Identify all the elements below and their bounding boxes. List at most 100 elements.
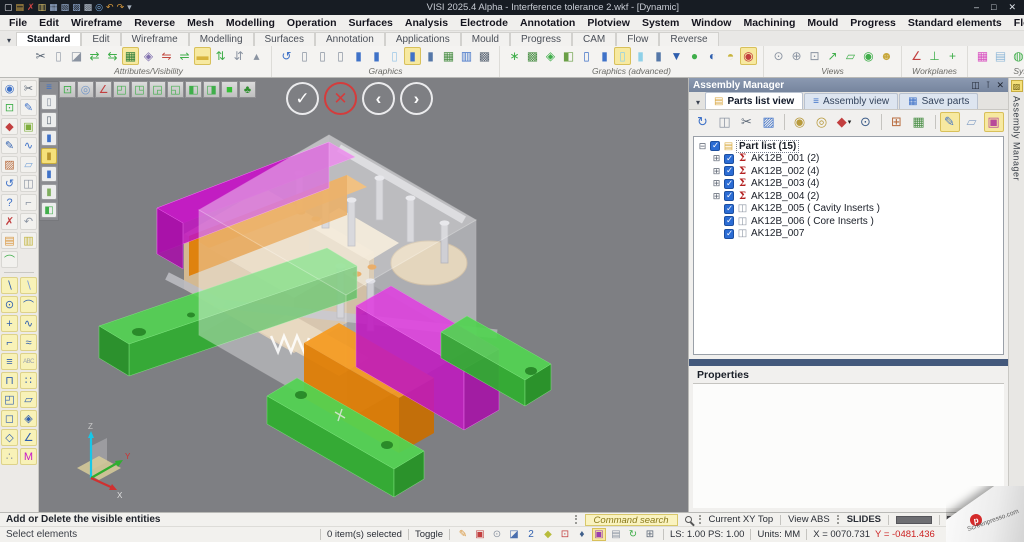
- pan-icon[interactable]: ↗: [824, 47, 841, 65]
- workplane-new-icon[interactable]: +: [944, 47, 961, 65]
- attributes-icon[interactable]: ◈: [140, 47, 157, 65]
- checkbox-checked-icon[interactable]: [724, 166, 734, 176]
- minimize-button[interactable]: –: [974, 2, 979, 13]
- box-icon[interactable]: ◇: [1, 429, 18, 446]
- close-file-icon[interactable]: ✗: [27, 3, 35, 12]
- save-icon[interactable]: ▦: [49, 3, 58, 12]
- cylinder-glass-icon[interactable]: ▮: [632, 47, 649, 65]
- draft-icon[interactable]: ▼: [668, 47, 685, 65]
- zebra-icon[interactable]: ◧: [560, 47, 577, 65]
- facet-icon[interactable]: ◈: [542, 47, 559, 65]
- mesh-icon[interactable]: ▩: [524, 47, 541, 65]
- menu-item[interactable]: Mould: [802, 17, 843, 29]
- background-icon[interactable]: ▩: [476, 47, 493, 65]
- analysis-shield-icon[interactable]: ◉: [740, 47, 757, 65]
- tabs-dropdown-icon[interactable]: ▾: [691, 98, 705, 109]
- swap-visibility-icon[interactable]: ⇄: [86, 47, 103, 65]
- arc-tool-icon[interactable]: ⌒: [1, 251, 18, 268]
- view-shaded-icon[interactable]: ■: [221, 81, 238, 98]
- erase-icon[interactable]: ✂: [32, 47, 49, 65]
- wave-icon[interactable]: ≈: [20, 334, 37, 351]
- point-cloud-icon[interactable]: ∷: [20, 372, 37, 389]
- validate-icon[interactable]: ▣: [20, 118, 37, 135]
- workplane-icon[interactable]: ∠: [908, 47, 925, 65]
- section-icon[interactable]: ▮: [422, 47, 439, 65]
- ribbon-tab[interactable]: Reverse: [659, 32, 718, 46]
- zoom-all-icon[interactable]: ⊕: [788, 47, 805, 65]
- checkbox-checked-icon[interactable]: [724, 229, 734, 239]
- move-updown-icon[interactable]: ⇅: [212, 47, 229, 65]
- tree-item[interactable]: ⊟ ▤ Part list (15): [696, 140, 1001, 153]
- traffic-light-icon[interactable]: ▦: [122, 47, 139, 65]
- measure-icon[interactable]: ◆: [1, 118, 18, 135]
- tree-item[interactable]: ⊞ Σ AK12B_002 (4): [696, 165, 1001, 178]
- diamond-icon[interactable]: ◆: [541, 528, 555, 541]
- close-panel-icon[interactable]: ✕: [996, 80, 1004, 91]
- sheet-icon[interactable]: ▥: [20, 232, 37, 249]
- checkbox-checked-icon[interactable]: [724, 216, 734, 226]
- shaded-icon[interactable]: ▮: [350, 47, 367, 65]
- refresh-list-icon[interactable]: ↻: [693, 112, 713, 132]
- add-solid-icon[interactable]: ◧: [41, 202, 57, 218]
- hatch-lines-icon[interactable]: ≡: [1, 353, 18, 370]
- menu-item[interactable]: Machining: [738, 17, 800, 29]
- grid-small-icon[interactable]: ⊞: [643, 528, 657, 541]
- ribbon-tab[interactable]: Surfaces: [254, 32, 315, 46]
- fit-icon[interactable]: ⊡: [59, 81, 76, 98]
- sphere-icon[interactable]: ●: [686, 47, 703, 65]
- menu-item[interactable]: Edit: [34, 17, 64, 29]
- toggle-button[interactable]: Toggle: [415, 529, 443, 540]
- magnet-deselect-icon[interactable]: ◎: [812, 112, 832, 132]
- assembly-manager-side-tab[interactable]: Assembly Manager: [1012, 96, 1022, 181]
- tree-item[interactable]: ⊞ Σ AK12B_001 (2): [696, 153, 1001, 166]
- expander-icon[interactable]: ⊞: [712, 192, 721, 201]
- drag-grip-icon[interactable]: ≡: [46, 83, 52, 92]
- view-front-icon[interactable]: ◳: [131, 81, 148, 98]
- trim-icon[interactable]: ✂: [20, 80, 37, 97]
- layer-outline-icon[interactable]: ▯: [41, 112, 57, 128]
- part-small-icon[interactable]: ♦: [575, 528, 589, 541]
- transparent-icon[interactable]: ▯: [386, 47, 403, 65]
- point-icon[interactable]: +: [1, 315, 18, 332]
- current-view-label[interactable]: Current XY Top: [709, 514, 774, 525]
- panel-splitter[interactable]: [689, 359, 1008, 366]
- dashed-line-icon[interactable]: ∖: [20, 277, 37, 294]
- hide-icon[interactable]: ◪: [68, 47, 85, 65]
- tree-item[interactable]: ◫ AK12B_005 ( Cavity Inserts ): [696, 203, 1001, 216]
- confirm-button[interactable]: ✓: [286, 82, 319, 115]
- line-icon[interactable]: ∖: [1, 277, 18, 294]
- layer-blue2-icon[interactable]: ▮: [41, 166, 57, 182]
- fence-icon[interactable]: ⌐: [20, 194, 37, 211]
- plane-icon[interactable]: ▱: [20, 156, 37, 173]
- zoom-previous-icon[interactable]: ⊙: [770, 47, 787, 65]
- dock-icon[interactable]: ◫: [971, 80, 980, 91]
- layer-active-icon[interactable]: ▮: [41, 148, 57, 164]
- menu-item[interactable]: Analysis: [400, 17, 453, 29]
- magnify-small-icon[interactable]: ⊙: [490, 528, 504, 541]
- angle-icon[interactable]: ∠: [20, 429, 37, 446]
- arc-icon[interactable]: ⌒: [20, 296, 37, 313]
- points-icon[interactable]: ∴: [1, 448, 18, 465]
- cylinder-shaded-icon[interactable]: ▮: [596, 47, 613, 65]
- menu-item[interactable]: Mesh: [182, 17, 219, 29]
- cylinder-section-icon[interactable]: ▮: [650, 47, 667, 65]
- pin-icon[interactable]: ⊺: [986, 80, 991, 91]
- save-as-icon[interactable]: ▧: [61, 3, 70, 12]
- shaded-off-icon[interactable]: ▯: [332, 47, 349, 65]
- hatch-icon[interactable]: ◰: [1, 391, 18, 408]
- annotate-icon[interactable]: ✎: [1, 137, 18, 154]
- show-icon[interactable]: ▯: [50, 47, 67, 65]
- refresh-icon[interactable]: ↺: [1, 175, 18, 192]
- ribbon-tab[interactable]: Progress: [510, 32, 572, 46]
- hidden-line-icon[interactable]: ▯: [314, 47, 331, 65]
- menu-item[interactable]: Standard elements: [903, 17, 1007, 29]
- ribbon-tab[interactable]: Mould: [461, 32, 510, 46]
- view-iso3-icon[interactable]: ◨: [203, 81, 220, 98]
- ribbon-tab[interactable]: Modelling: [189, 32, 254, 46]
- expander-icon[interactable]: ⊟: [698, 142, 707, 151]
- grip-handle[interactable]: [575, 515, 578, 524]
- undo-icon[interactable]: ↶: [20, 213, 37, 230]
- dimension-icon[interactable]: ⊓: [1, 372, 18, 389]
- menu-item[interactable]: Window: [686, 17, 736, 29]
- close-button[interactable]: ✕: [1008, 2, 1016, 13]
